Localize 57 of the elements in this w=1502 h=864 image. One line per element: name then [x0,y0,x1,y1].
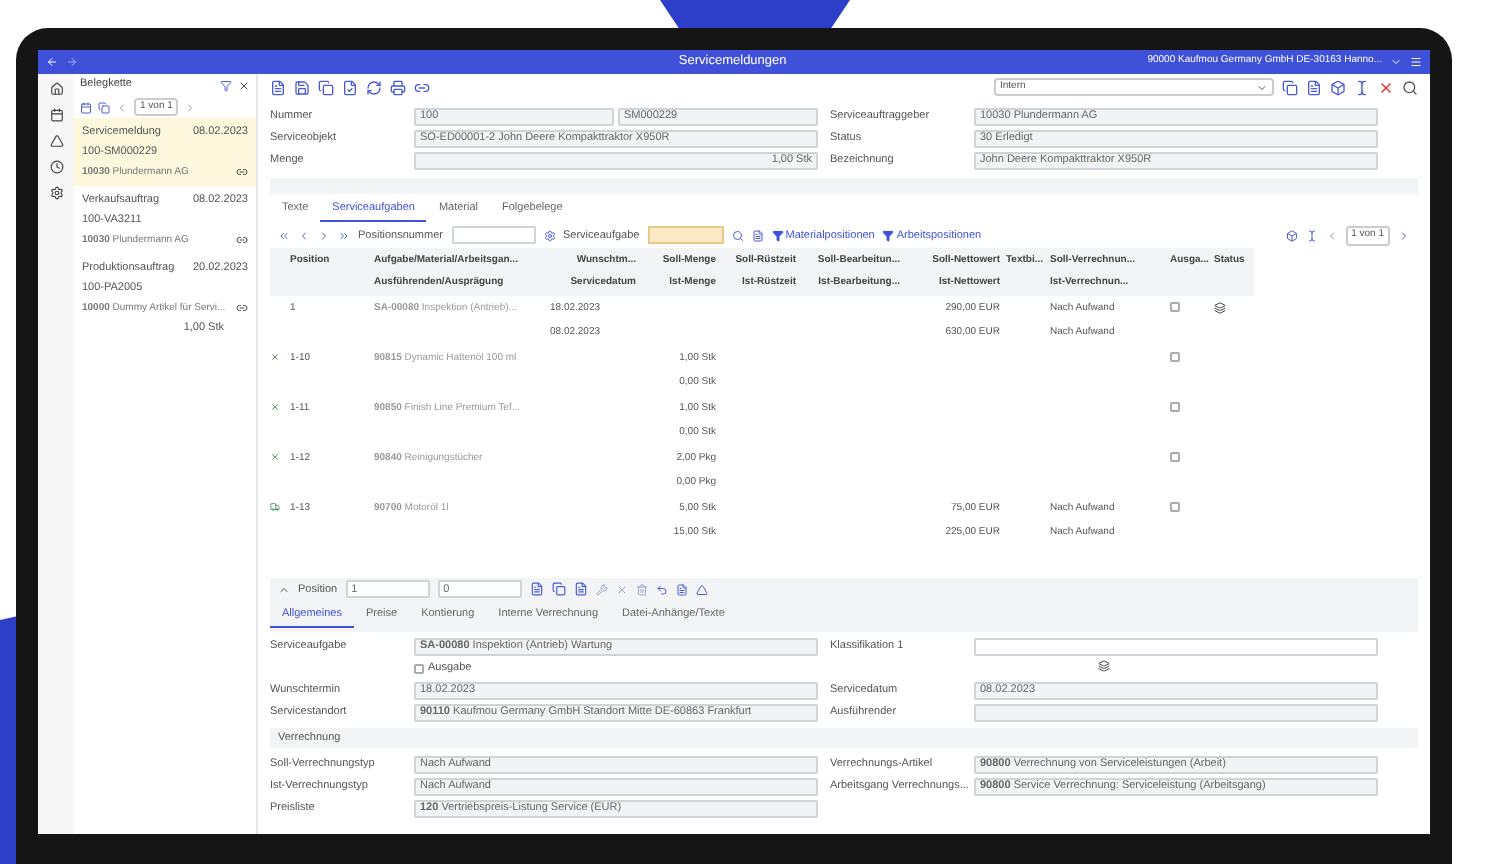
document-icon[interactable] [342,79,358,95]
settings-icon[interactable] [49,186,63,200]
last-icon[interactable] [338,229,350,242]
triangle-icon[interactable] [695,583,708,596]
text-cursor-icon[interactable] [1354,79,1370,95]
new-document-icon[interactable] [270,79,286,95]
refresh-icon[interactable] [366,79,382,95]
status-icon [1098,660,1110,672]
caret-icon[interactable] [1390,56,1402,68]
position-field[interactable] [451,226,535,245]
triangle-icon[interactable] [49,134,63,148]
link-icon[interactable] [414,79,430,95]
filter-icon[interactable] [220,79,232,91]
checkbox[interactable] [1170,352,1180,363]
print-icon[interactable] [390,79,406,95]
link-icon[interactable] [236,166,248,179]
filter-icon [771,229,784,242]
close-icon[interactable] [238,79,250,91]
menu-icon[interactable] [1410,56,1422,68]
copy-icon[interactable] [1282,79,1298,95]
document-icon[interactable] [751,229,764,242]
copy-icon[interactable] [551,582,566,597]
checkbox[interactable] [1170,502,1180,513]
copy-icon[interactable] [318,79,334,95]
calendar-icon[interactable] [49,108,63,122]
home-icon[interactable] [49,82,63,96]
text-cursor-icon[interactable] [1305,229,1318,242]
link-icon[interactable] [236,234,248,247]
undo-icon[interactable] [655,583,668,596]
search-icon[interactable] [1402,79,1418,95]
checkbox[interactable] [1170,302,1180,313]
task-field[interactable] [647,226,724,245]
calendar-icon[interactable] [80,101,92,113]
clock-icon[interactable] [49,160,63,174]
checkbox[interactable] [1170,402,1180,413]
document-icon[interactable] [573,582,588,597]
link-icon[interactable] [236,302,248,315]
box-icon[interactable] [1330,79,1346,95]
input-field[interactable] [974,638,1378,656]
caret-icon [1256,81,1268,93]
checkbox[interactable] [1170,452,1180,463]
close-icon[interactable] [1378,79,1394,95]
settings-icon[interactable] [543,229,555,242]
box-icon[interactable] [1285,229,1298,242]
checkbox[interactable] [414,664,424,674]
document-icon[interactable] [675,583,688,596]
truck-icon [270,502,280,513]
save-icon[interactable] [294,79,310,95]
document-icon[interactable] [1306,79,1322,95]
document-icon[interactable] [529,582,544,597]
copy-icon[interactable] [98,101,110,113]
back-icon[interactable] [46,56,58,68]
status-icon [1214,302,1226,315]
first-icon[interactable] [278,229,290,242]
search-icon[interactable] [731,229,744,242]
input-field[interactable] [974,704,1378,722]
filter-icon [882,229,895,242]
